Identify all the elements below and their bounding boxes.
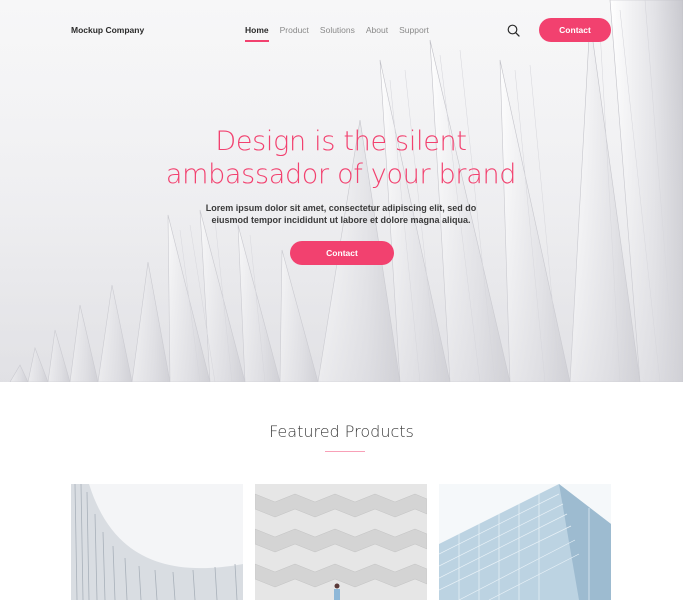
brand-logo[interactable]: Mockup Company (71, 25, 144, 35)
product-card-1[interactable] (71, 484, 243, 600)
nav-item-solutions[interactable]: Solutions (320, 25, 355, 35)
nav-item-product[interactable]: Product (280, 25, 309, 35)
featured-products-title: Featured Products (269, 422, 414, 441)
product-image-3 (439, 484, 611, 600)
nav-item-home[interactable]: Home (245, 25, 269, 42)
nav-item-support[interactable]: Support (399, 25, 429, 35)
top-navbar: Mockup Company Home Product Solutions Ab… (0, 0, 683, 60)
product-image-1 (71, 484, 243, 600)
hero-subtitle-line-2: eiusmod tempor incididunt ut labore et d… (211, 215, 471, 225)
hero-subtitle: Lorem ipsum dolor sit amet, consectetur … (191, 202, 491, 226)
hero-title-line-2: ambassador of your brand (165, 159, 517, 190)
hero-section: Mockup Company Home Product Solutions Ab… (0, 0, 683, 382)
search-icon[interactable] (507, 24, 520, 37)
hero-title-line-1: Design is the silent (215, 126, 467, 157)
nav-contact-button[interactable]: Contact (539, 18, 611, 42)
product-card-2[interactable] (255, 484, 427, 600)
hero-subtitle-line-1: Lorem ipsum dolor sit amet, consectetur … (205, 203, 477, 213)
hero-contact-button[interactable]: Contact (290, 241, 394, 265)
product-card-3[interactable] (439, 484, 611, 600)
product-image-2 (255, 484, 427, 600)
section-divider (325, 451, 365, 452)
nav-item-about[interactable]: About (366, 25, 388, 35)
main-menu: Home Product Solutions About Support (245, 25, 440, 42)
hero-title: Design is the silent ambassador of your … (141, 125, 541, 191)
